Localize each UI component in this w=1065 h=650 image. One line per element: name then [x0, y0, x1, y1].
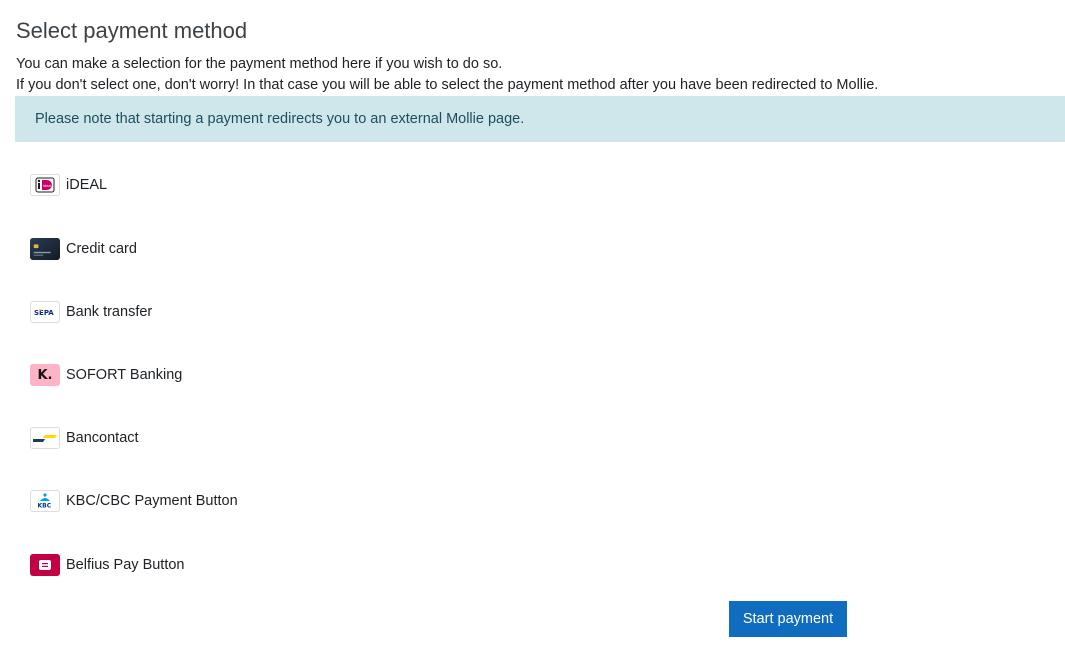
credit-card-icon [30, 238, 60, 260]
payment-method-label: Belfius Pay Button [66, 557, 185, 573]
intro-text: You can make a selection for the payment… [16, 54, 878, 96]
klarna-icon-text: K. [37, 367, 53, 383]
redirect-notice: Please note that starting a payment redi… [15, 96, 1065, 142]
payment-method-bancontact[interactable]: Bancontact [30, 425, 139, 451]
ideal-icon: ideal [30, 174, 60, 196]
redirect-notice-text: Please note that starting a payment redi… [35, 111, 525, 127]
sepa-icon-text: SEPA [34, 309, 54, 317]
payment-method-sofort[interactable]: K. SOFORT Banking [30, 362, 182, 388]
payment-method-credit-card[interactable]: Credit card [30, 236, 137, 262]
payment-page: Select payment method You can make a sel… [0, 0, 1065, 650]
payment-method-label: Credit card [66, 241, 137, 257]
page-title: Select payment method [16, 18, 248, 43]
payment-method-bank-transfer[interactable]: SEPA Bank transfer [30, 299, 152, 325]
kbc-icon-text: KBC [38, 503, 52, 510]
sepa-icon: SEPA [30, 301, 60, 323]
svg-text:ideal: ideal [43, 184, 51, 188]
bancontact-icon [30, 427, 60, 449]
payment-method-label: KBC/CBC Payment Button [66, 493, 238, 509]
payment-method-label: Bank transfer [66, 304, 153, 320]
payment-method-label: Bancontact [66, 430, 139, 446]
intro-line-2: If you don't select one, don't worry! In… [16, 77, 879, 93]
payment-method-belfius[interactable]: Belfius Pay Button [30, 552, 185, 578]
payment-method-ideal[interactable]: ideal iDEAL [30, 172, 107, 198]
payment-method-label: iDEAL [66, 177, 108, 193]
klarna-sofort-icon: K. [30, 364, 60, 386]
payment-method-label: SOFORT Banking [66, 367, 183, 383]
belfius-icon [30, 554, 60, 576]
intro-line-1: You can make a selection for the payment… [16, 56, 503, 72]
kbc-icon: KBC [30, 490, 60, 512]
start-payment-button[interactable]: Start payment [729, 601, 847, 637]
payment-method-kbc[interactable]: KBC KBC/CBC Payment Button [30, 488, 238, 514]
